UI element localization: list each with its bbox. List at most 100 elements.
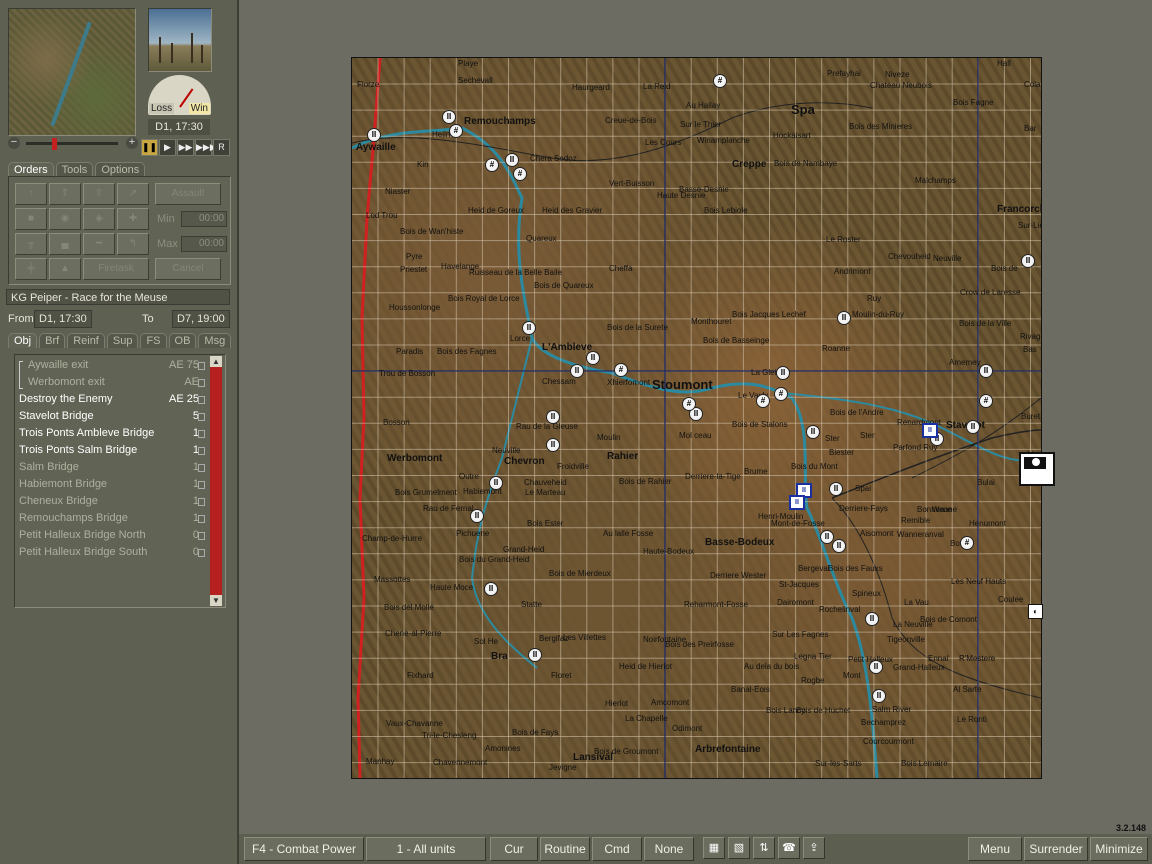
objective-marker-icon[interactable]: II xyxy=(570,364,584,378)
friendly-unit-icon[interactable]: II xyxy=(789,495,805,510)
minimize-button[interactable]: Minimize xyxy=(1090,837,1148,861)
menu-button[interactable]: Menu xyxy=(968,837,1022,861)
zoom-slider[interactable]: − + xyxy=(8,137,138,151)
assault-button[interactable]: Assault xyxy=(155,183,221,205)
order-screen-button[interactable]: ✚ xyxy=(117,208,149,230)
friendly-unit-icon[interactable]: II xyxy=(922,423,938,438)
objective-row[interactable]: Salm Bridge 1 xyxy=(19,459,205,475)
none-button[interactable]: None xyxy=(644,837,694,861)
objectives-scrollbar[interactable]: ▲ ▼ xyxy=(210,356,222,606)
tab-options[interactable]: Options xyxy=(95,162,146,177)
order-route-button[interactable]: ↰ xyxy=(117,233,149,255)
objective-row[interactable]: Trois Ponts Ambleve Bridge 1 xyxy=(19,425,205,441)
objective-marker-icon[interactable]: II xyxy=(546,438,560,452)
scroll-up-icon[interactable]: ▲ xyxy=(210,356,222,367)
order-embark-button[interactable]: ▲ xyxy=(49,258,81,280)
objective-marker-icon[interactable]: II xyxy=(484,582,498,596)
objective-marker-icon[interactable]: II xyxy=(776,366,790,380)
pause-button[interactable]: ❚❚ xyxy=(141,139,158,156)
tab-orders[interactable]: Orders xyxy=(8,162,54,177)
objective-row[interactable]: Petit Halleux Bridge North 0 xyxy=(19,527,205,543)
firetask-button[interactable]: Firetask xyxy=(83,258,149,280)
bridge-marker-icon[interactable]: # xyxy=(485,158,499,172)
objective-marker-icon[interactable]: II xyxy=(1021,254,1035,268)
grid-icon[interactable]: ▦ xyxy=(703,837,725,859)
bridge-marker-icon[interactable]: # xyxy=(713,74,727,88)
tab-sup[interactable]: Sup xyxy=(106,333,139,348)
objective-marker-icon[interactable]: II xyxy=(528,648,542,662)
order-withdraw-button[interactable]: ━ xyxy=(83,233,115,255)
minimap[interactable] xyxy=(8,8,136,136)
objective-marker-icon[interactable]: II xyxy=(367,128,381,142)
enemy-unit-icon[interactable]: ◐ xyxy=(1028,604,1043,619)
order-hold-button[interactable]: ◉ xyxy=(49,208,81,230)
tab-fs[interactable]: FS xyxy=(140,333,167,348)
fastest-button[interactable]: ▶▶▶ xyxy=(195,139,217,156)
bridge-marker-icon[interactable]: # xyxy=(682,397,696,411)
objective-marker-icon[interactable]: II xyxy=(829,482,843,496)
reset-button[interactable]: R xyxy=(213,139,230,156)
bridge-marker-icon[interactable]: # xyxy=(774,387,788,401)
order-advance-button[interactable]: ⇑ xyxy=(49,183,81,205)
zoom-out-icon[interactable]: − xyxy=(8,137,20,149)
bridge-marker-icon[interactable]: # xyxy=(513,167,527,181)
tab-ob[interactable]: OB xyxy=(168,333,197,348)
objective-row[interactable]: Petit Halleux Bridge South 0 xyxy=(19,544,205,560)
objective-marker-icon[interactable]: II xyxy=(872,689,886,703)
objective-row[interactable]: Aywaille exit AE 75 xyxy=(19,357,205,373)
bridge-marker-icon[interactable]: # xyxy=(756,394,770,408)
order-dig-button[interactable]: ▄ xyxy=(49,233,81,255)
objective-row[interactable]: Remouchamps Bridge 1 xyxy=(19,510,205,526)
objective-marker-icon[interactable]: II xyxy=(837,311,851,325)
tab-msg[interactable]: Msg xyxy=(198,333,232,348)
terrain-icon[interactable]: ▧ xyxy=(728,837,750,859)
objective-marker-icon[interactable]: II xyxy=(489,476,503,490)
overlay-icon[interactable]: ⇅ xyxy=(753,837,775,859)
tab-reinf[interactable]: Reinf xyxy=(67,333,105,348)
bridge-marker-icon[interactable]: # xyxy=(449,124,463,138)
objective-marker-icon[interactable]: II xyxy=(546,410,560,424)
zoom-thumb[interactable] xyxy=(52,138,57,150)
tab-tools[interactable]: Tools xyxy=(55,162,94,177)
order-probe-button[interactable]: ⇧ xyxy=(83,183,115,205)
all-units-button[interactable]: 1 - All units xyxy=(366,837,486,861)
cur-button[interactable]: Cur xyxy=(490,837,538,861)
zoom-track[interactable] xyxy=(26,142,118,145)
cmd-button[interactable]: Cmd xyxy=(592,837,642,861)
bridge-marker-icon[interactable]: # xyxy=(960,536,974,550)
order-bypass-button[interactable]: ↗ xyxy=(117,183,149,205)
routine-button[interactable]: Routine xyxy=(540,837,590,861)
objective-marker-icon[interactable]: II xyxy=(832,539,846,553)
order-mount-button[interactable]: ╪ xyxy=(15,258,47,280)
tab-brf[interactable]: Brf xyxy=(39,333,66,348)
upload-icon[interactable]: ⇪ xyxy=(803,837,825,859)
objective-row[interactable]: Destroy the Enemy AE 25 xyxy=(19,391,205,407)
min-field[interactable]: 00:00 xyxy=(181,211,227,227)
battle-map[interactable]: Florze Playe Sechevall Remouchamps Aywaille H… xyxy=(351,57,1042,779)
objective-row[interactable]: Stavelot Bridge 5 xyxy=(19,408,205,424)
objective-marker-icon[interactable]: II xyxy=(522,321,536,335)
objective-row[interactable]: Trois Ponts Salm Bridge 1 xyxy=(19,442,205,458)
objective-marker-icon[interactable]: II xyxy=(966,420,980,434)
selected-unit-icon[interactable] xyxy=(1019,452,1055,486)
bridge-marker-icon[interactable]: # xyxy=(979,394,993,408)
order-move-button[interactable]: ↑ xyxy=(15,183,47,205)
objective-row[interactable]: Cheneux Bridge 1 xyxy=(19,493,205,509)
objective-row[interactable]: Habiemont Bridge 1 xyxy=(19,476,205,492)
surrender-button[interactable]: Surrender xyxy=(1024,837,1088,861)
order-deploy-button[interactable]: ╥ xyxy=(15,233,47,255)
order-delay-button[interactable]: ◈ xyxy=(83,208,115,230)
fast-forward-button[interactable]: ▶▶ xyxy=(177,139,194,156)
scroll-down-icon[interactable]: ▼ xyxy=(210,595,222,606)
zoom-in-icon[interactable]: + xyxy=(126,137,138,149)
objective-marker-icon[interactable]: II xyxy=(979,364,993,378)
objective-marker-icon[interactable]: II xyxy=(442,110,456,124)
cancel-button[interactable]: Cancel xyxy=(155,258,221,280)
objective-marker-icon[interactable]: II xyxy=(586,351,600,365)
objective-marker-icon[interactable]: II xyxy=(470,509,484,523)
play-button[interactable]: ▶ xyxy=(159,139,176,156)
bridge-marker-icon[interactable]: # xyxy=(614,363,628,377)
objective-marker-icon[interactable]: II xyxy=(505,153,519,167)
objective-marker-icon[interactable]: II xyxy=(865,612,879,626)
order-defend-button[interactable]: ■ xyxy=(15,208,47,230)
